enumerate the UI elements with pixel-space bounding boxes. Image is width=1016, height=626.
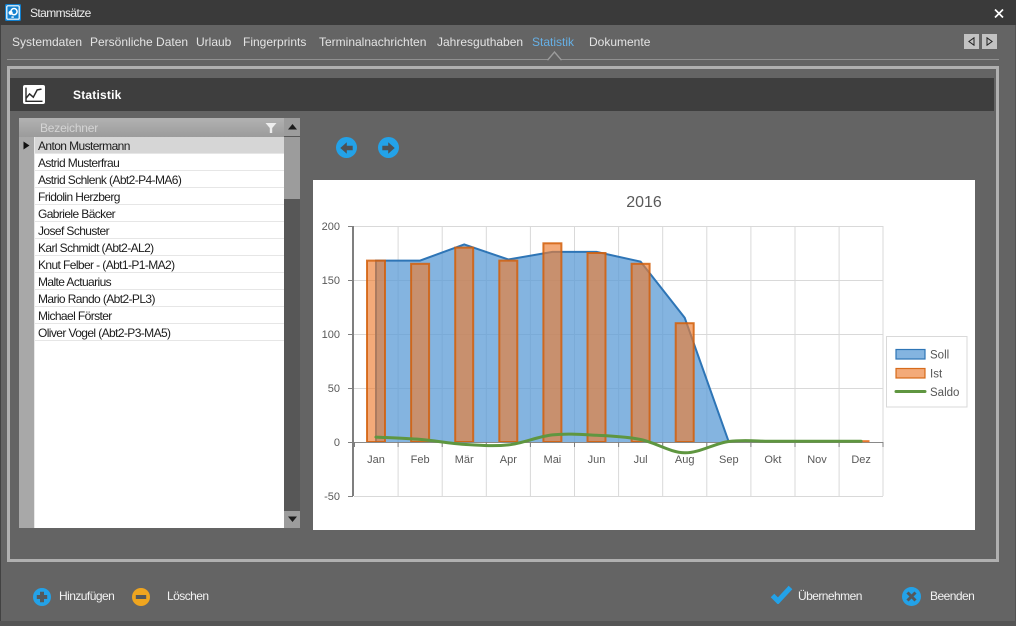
svg-text:200: 200	[322, 221, 340, 233]
svg-text:Feb: Feb	[411, 454, 430, 466]
svg-text:150: 150	[322, 275, 340, 287]
svg-text:100: 100	[322, 329, 340, 341]
svg-text:50: 50	[328, 383, 340, 395]
svg-text:Soll: Soll	[930, 350, 949, 362]
svg-text:Nov: Nov	[807, 454, 827, 466]
svg-text:Sep: Sep	[719, 454, 739, 466]
svg-text:Dez: Dez	[851, 454, 871, 466]
svg-text:Ist: Ist	[930, 369, 943, 381]
svg-text:Okt: Okt	[764, 454, 781, 466]
svg-text:Jan: Jan	[367, 454, 385, 466]
svg-text:Mai: Mai	[544, 454, 562, 466]
svg-text:Jun: Jun	[588, 454, 606, 466]
svg-text:2016: 2016	[626, 194, 662, 211]
svg-text:Jul: Jul	[634, 454, 648, 466]
svg-text:Mär: Mär	[455, 454, 474, 466]
svg-text:-50: -50	[324, 491, 340, 503]
svg-text:0: 0	[334, 437, 340, 449]
svg-text:Saldo: Saldo	[930, 387, 959, 399]
svg-text:Apr: Apr	[500, 454, 517, 466]
svg-text:Aug: Aug	[675, 454, 695, 466]
